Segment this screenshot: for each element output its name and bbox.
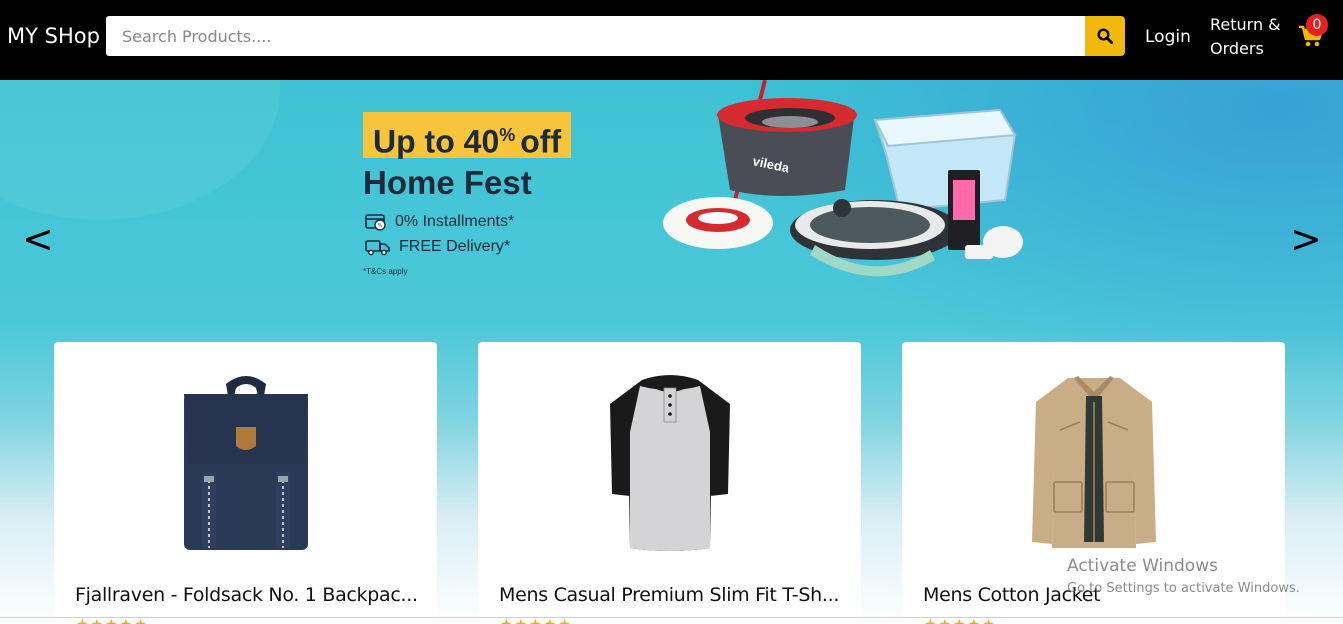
windows-activation-watermark: Activate Windows Go to Settings to activ… [1067,556,1300,596]
watermark-title: Activate Windows [1067,556,1218,576]
backpack-image [183,376,308,550]
promo-badge: Up to 40% off [363,112,572,160]
svg-text:%: % [378,223,383,229]
promo-badge-text: Up to 40 [373,123,500,160]
installments-text: 0% Installments* [395,213,515,230]
cart-count-badge: 0 [1306,14,1328,36]
login-link[interactable]: Login [1145,27,1191,47]
site-logo[interactable]: MY SHop [7,24,100,48]
carousel-next-button[interactable]: > [1290,220,1322,258]
product-image[interactable] [54,372,437,552]
tshirt-image [609,375,730,551]
terms-note: *T&Cs apply [363,267,408,276]
page-divider [0,617,1343,618]
product-title[interactable]: Mens Casual Premium Slim Fit T-Sh... [499,584,839,606]
promo-badge-percent: % [499,125,521,145]
product-card[interactable]: Fjallraven - Foldsack No. 1 Backpac... ★… [54,342,437,624]
watermark-subtitle: Go to Settings to activate Windows. [1067,581,1300,596]
search-button[interactable] [1085,16,1125,56]
delivery-text: FREE Delivery* [399,238,511,255]
promo-badge-suffix: off [520,123,562,160]
product-image[interactable] [478,372,861,552]
carousel-prev-button[interactable]: < [22,220,54,258]
promo-title: Home Fest [363,164,532,201]
product-card[interactable]: Mens Casual Premium Slim Fit T-Sh... ★★★… [478,342,861,624]
truck-icon [365,240,390,256]
search-icon [1097,28,1113,44]
search-field[interactable] [106,16,1086,56]
returns-orders-link[interactable]: Return & Orders [1210,13,1290,61]
installments-line: % 0% Installments* [365,213,514,231]
hero-decoration [0,80,280,220]
jacket-image [1031,376,1156,548]
product-title[interactable]: Fjallraven - Foldsack No. 1 Backpac... [75,584,418,606]
product-image[interactable] [902,372,1285,552]
top-nav-bar: MY SHop Login Return & Orders 0 [0,0,1343,80]
card-icon: % [365,214,386,231]
search-input[interactable] [106,16,1086,56]
home-products-collage: vileda [663,80,1023,277]
delivery-line: FREE Delivery* [365,238,510,256]
